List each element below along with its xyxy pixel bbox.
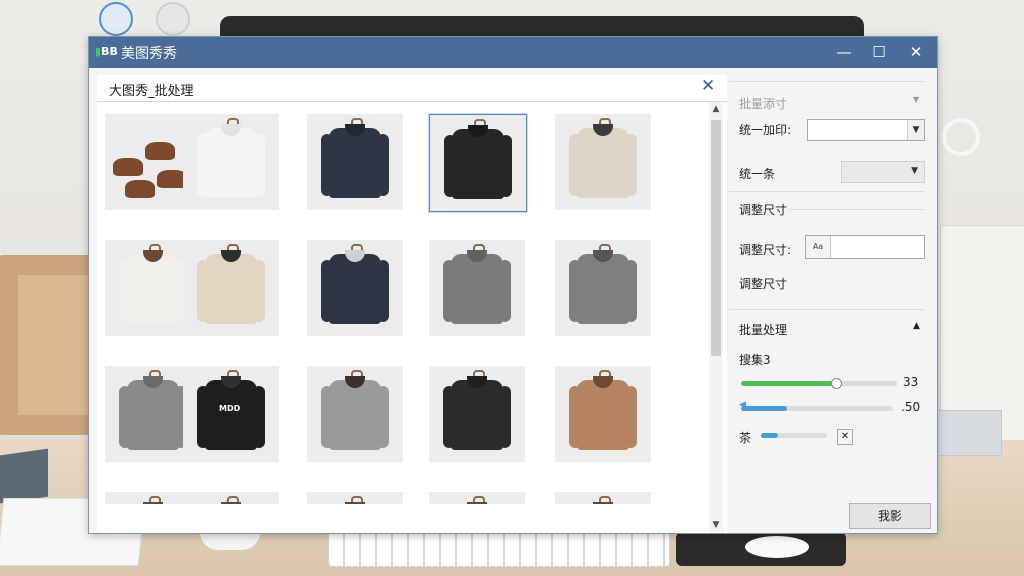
uniform-select-arrow-icon: ▼ [911, 166, 918, 176]
jacket-image [577, 128, 629, 198]
jacket-image [451, 380, 503, 450]
image-thumbnail[interactable] [183, 240, 279, 336]
jacket-image [577, 254, 629, 324]
slider-2-left-arrow-icon[interactable]: ◀ [739, 400, 746, 410]
apply-button[interactable]: 我影 [849, 503, 931, 529]
strength-slider-2-fill [741, 406, 787, 411]
resize-label: 调整尺寸: [739, 243, 792, 257]
jacket-collar [593, 502, 613, 504]
option-label: 搜集3 [739, 353, 771, 367]
shoe [113, 158, 143, 176]
image-thumbnail[interactable]: MDD [183, 366, 279, 462]
strength-slider-1-value: 33 [903, 375, 919, 389]
batch-panel-title: 大图秀_批处理 [109, 84, 194, 99]
close-window-button[interactable]: ✕ [901, 40, 931, 64]
image-thumbnail[interactable] [429, 114, 527, 212]
strength-slider-3-fill [761, 433, 778, 438]
jacket-image [205, 380, 257, 450]
strength-slider-2[interactable] [741, 406, 893, 411]
strength-slider-1-knob[interactable] [830, 378, 842, 389]
jacket-image [329, 254, 381, 324]
slider-3-label: 茶 [739, 431, 752, 445]
divider [729, 81, 925, 82]
resize-section-title: 调整尺寸 [739, 203, 788, 217]
background-mouse [745, 536, 809, 558]
background-tray [934, 410, 1002, 456]
image-thumbnail[interactable] [429, 240, 525, 336]
batch-panel-header: 大图秀_批处理 ✕ [97, 75, 727, 102]
background-headphones [942, 118, 980, 156]
jacket-print-text: MDD [219, 404, 241, 413]
image-thumbnail[interactable] [555, 114, 651, 210]
minimize-button[interactable]: — [829, 40, 859, 64]
jacket-collar [345, 502, 365, 504]
desktop-app-icon-secondary[interactable] [156, 2, 190, 36]
resize-mode-button[interactable]: Aa [806, 236, 831, 258]
watermark-dropdown[interactable]: ▼ [807, 119, 925, 141]
image-thumbnail[interactable] [183, 114, 279, 210]
app-logo-text: BB [101, 45, 118, 58]
image-thumbnail[interactable] [555, 240, 651, 336]
slider-3-clear-button[interactable]: ✕ [837, 429, 853, 445]
image-thumbnail[interactable] [307, 366, 403, 462]
divider [729, 309, 925, 310]
strength-slider-3[interactable] [761, 433, 827, 438]
watermark-label: 统一加印: [739, 123, 792, 137]
app-window: ▮BB 美图秀秀 — ☐ ✕ 大图秀_批处理 ✕ MDD ▲ ▼ 批量添寸 ▼ … [88, 36, 938, 534]
strength-slider-1[interactable] [741, 378, 897, 389]
image-thumbnail[interactable] [429, 366, 525, 462]
background-book [0, 448, 48, 504]
jacket-collar [467, 502, 487, 504]
scroll-up-arrow-icon[interactable]: ▲ [709, 102, 723, 116]
thumbnail-scrollbar[interactable]: ▲ ▼ [709, 102, 723, 532]
jacket-image [205, 254, 257, 324]
app-logo-icon: ▮BB [95, 45, 118, 58]
background-keyboard [328, 531, 670, 567]
title-bar[interactable]: ▮BB 美图秀秀 — ☐ ✕ [89, 37, 937, 68]
image-thumbnail[interactable] [555, 492, 651, 504]
uniform-select[interactable]: ▼ [841, 161, 925, 183]
strength-slider-2-value: .50 [901, 400, 921, 414]
jacket-collar [221, 502, 241, 504]
image-thumbnail[interactable] [183, 492, 279, 504]
settings-panel: 批量添寸 ▼ 统一加印: ▼ 统一条 ▼ 调整尺寸 调整尺寸: Aa 调整尺寸 … [729, 75, 931, 533]
maximize-button[interactable]: ☐ [864, 40, 894, 64]
divider [789, 209, 925, 210]
strength-slider-1-fill [741, 381, 835, 386]
jacket-image [329, 128, 381, 198]
image-thumbnail[interactable] [307, 492, 403, 504]
watermark-dropdown-arrow-icon[interactable]: ▼ [907, 120, 924, 140]
batch-name-collapse-icon[interactable]: ▼ [913, 95, 919, 104]
uniform-label: 统一条 [739, 167, 776, 181]
background-shelf-inner [18, 275, 88, 415]
image-thumbnail[interactable] [307, 114, 403, 210]
resize-input[interactable]: Aa [805, 235, 925, 259]
divider [729, 191, 925, 192]
jacket-image [205, 128, 257, 198]
thumbnail-grid: MDD [97, 102, 707, 532]
jacket-image [127, 254, 179, 324]
batch-name-section-title: 批量添寸 [739, 97, 788, 111]
desktop-app-icon[interactable] [99, 2, 133, 36]
jacket-image [451, 254, 503, 324]
batch-process-collapse-icon[interactable]: ▲ [913, 321, 920, 331]
shoe [145, 142, 175, 160]
image-thumbnail[interactable] [429, 492, 525, 504]
jacket-image [577, 380, 629, 450]
shoe [125, 180, 155, 198]
window-title: 美图秀秀 [121, 46, 177, 62]
jacket-image [452, 129, 504, 199]
jacket-image [127, 380, 179, 450]
image-thumbnail[interactable] [555, 366, 651, 462]
batch-process-section-title: 批量处理 [739, 323, 788, 337]
scroll-down-arrow-icon[interactable]: ▼ [709, 518, 723, 532]
resize-sub-label: 调整尺寸 [739, 277, 788, 291]
jacket-collar [143, 502, 163, 504]
batch-panel: 大图秀_批处理 ✕ MDD ▲ ▼ [97, 75, 727, 533]
image-thumbnail[interactable] [307, 240, 403, 336]
batch-panel-close-button[interactable]: ✕ [701, 76, 715, 96]
background-monitor-stand [200, 532, 260, 550]
scrollbar-thumb[interactable] [711, 120, 721, 356]
jacket-image [329, 380, 381, 450]
